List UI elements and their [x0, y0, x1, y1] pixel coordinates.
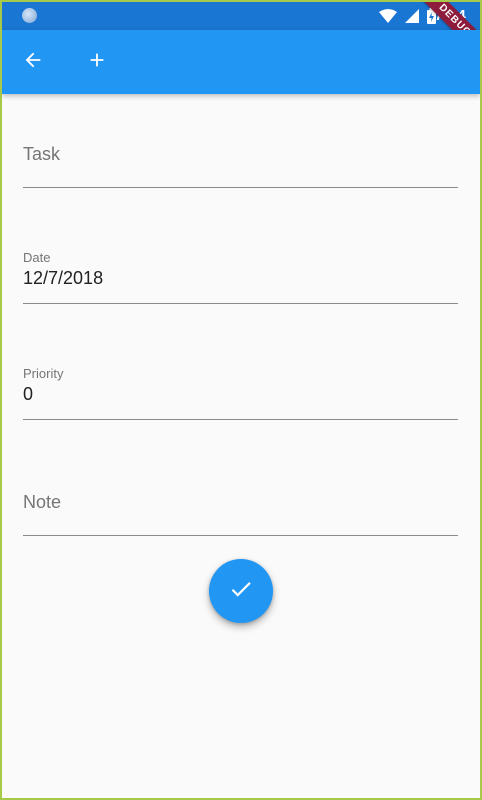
date-label: Date [23, 250, 51, 265]
status-bar: 7:24 [2, 2, 480, 30]
add-button[interactable] [77, 42, 117, 82]
priority-value: 0 [23, 384, 34, 404]
task-hint: Task [23, 144, 61, 164]
notification-dot-icon [22, 8, 37, 23]
priority-field[interactable]: Priority 0 [23, 354, 458, 420]
note-hint: Note [23, 492, 62, 512]
note-input[interactable]: Note [23, 470, 458, 536]
add-icon [86, 49, 108, 76]
back-button[interactable] [13, 42, 53, 82]
app-bar [2, 30, 480, 94]
back-arrow-icon [22, 49, 44, 76]
status-icons [379, 6, 436, 26]
cell-signal-icon [405, 9, 419, 23]
priority-label: Priority [23, 366, 64, 381]
app-screen: 7:24 DEBUG Task Date 12/7/2018 Priority … [0, 0, 482, 800]
check-icon [228, 576, 254, 607]
save-fab[interactable] [209, 559, 273, 623]
task-input[interactable]: Task [23, 122, 458, 188]
date-value: 12/7/2018 [23, 268, 104, 288]
date-field[interactable]: Date 12/7/2018 [23, 238, 458, 304]
wifi-icon [379, 9, 397, 23]
